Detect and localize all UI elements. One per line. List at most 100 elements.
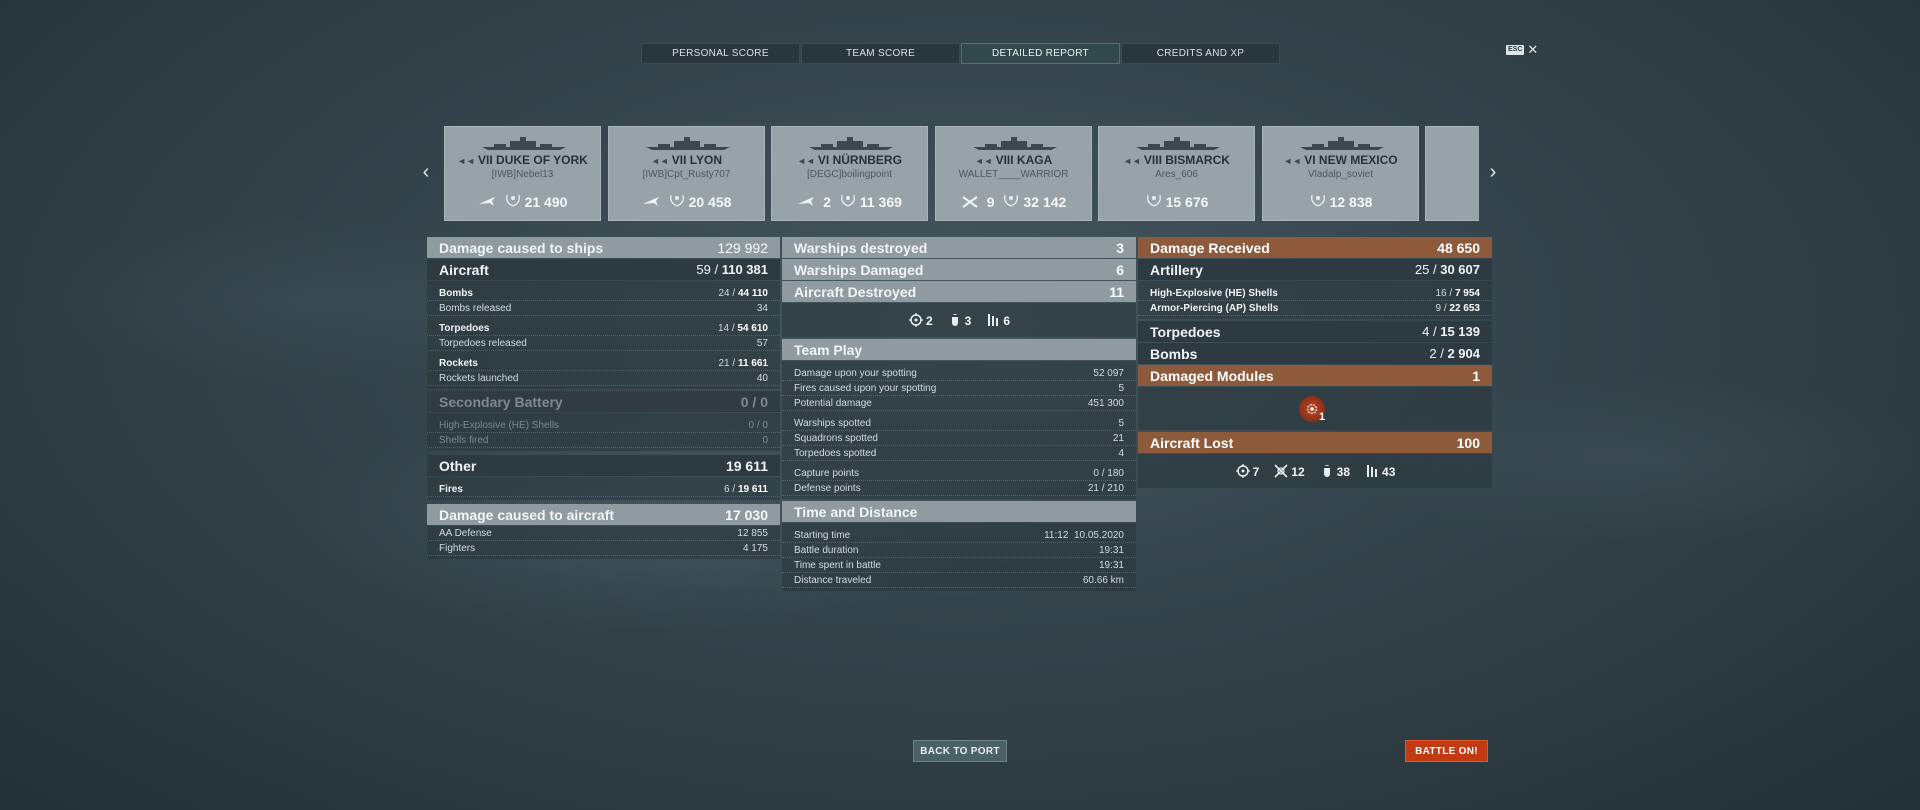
aa-defense-row: AA Defense 12 855 — [427, 526, 780, 541]
ship-card[interactable]: ◄◄ VII LYON [IWB]Cpt_Rusty707 20 458 — [608, 126, 765, 221]
ship-class-icon: ◄◄ — [1123, 156, 1141, 166]
warships-damaged-row: Warships Damaged 6 — [782, 259, 1136, 280]
ship-name: ◄◄ VII LYON — [650, 153, 723, 167]
ship-class-icon: ◄◄ — [457, 156, 476, 166]
aircraft-details: Bombs 24 / 44 110 Bombs released 34 Torped… — [427, 281, 780, 389]
ship-score: 11 369 — [839, 193, 902, 210]
laurel-icon — [1002, 193, 1020, 210]
lost-torpedo-bombers: 43 — [1364, 463, 1395, 479]
plane-icon — [642, 195, 660, 209]
ship-silhouette-icon — [1300, 137, 1384, 150]
ship-silhouette-icon — [1136, 137, 1220, 150]
tab-personal-score[interactable]: PERSONAL SCORE — [641, 43, 800, 64]
ship-stats: 15 676 — [1099, 193, 1254, 210]
player-name: Ares_606 — [1155, 169, 1198, 180]
player-name: [DEGC]boilingpoint — [806, 169, 893, 180]
close-icon: ✕ — [1527, 42, 1539, 57]
ship-card[interactable]: ◄◄ VI NÜRNBERG [DEGC]boilingpoint 2 11 369 — [771, 126, 928, 221]
aircraft-lost-breakdown: 7 12 38 43 — [1138, 454, 1492, 488]
ship-card[interactable]: ◄◄ VIII KAGA WALLET____WARRIOR 9 32 142 — [935, 126, 1092, 221]
ship-card[interactable]: ◄◄ VII DUKE OF YORK [IWB]Nebel13 21 490 — [444, 126, 601, 221]
ship-carousel: ◄◄ VII DUKE OF YORK [IWB]Nebel13 21 490 ◄◄ VI… — [444, 126, 1479, 221]
he-received-row: High-Explosive (HE) Shells 16 / 7 954 — [1138, 286, 1492, 301]
time-row: Distance traveled 60.66 km — [782, 573, 1136, 588]
bombs-row: Bombs 24 / 44 110 — [427, 286, 780, 301]
ship-name: ◄◄ VI NEW MEXICO — [1283, 153, 1398, 167]
fighters-row: Fighters 4 175 — [427, 541, 780, 556]
ship-card[interactable]: ◄◄ VI NEW MEXICO Vladalp_soviet 12 838 — [1262, 126, 1419, 221]
ship-silhouette-icon — [646, 137, 730, 150]
team-play-header: Team Play — [782, 339, 1136, 360]
aircraft-label: Aircraft — [439, 261, 489, 278]
secondary-details: High-Explosive (HE) Shells 0 / 0 Shells f… — [427, 413, 780, 451]
module-count: 1 — [1318, 410, 1326, 423]
secondary-he-row: High-Explosive (HE) Shells 0 / 0 — [427, 418, 780, 433]
torpedoes-released-row: Torpedoes released 57 — [427, 336, 780, 351]
ship-score: 15 676 — [1145, 193, 1208, 210]
damage-ships-label: Damage caused to ships — [439, 239, 604, 256]
player-name: [IWB]Nebel13 — [491, 169, 554, 180]
battle-button[interactable]: BATTLE ON! — [1405, 740, 1488, 762]
aircraft-destroyed-row: Aircraft Destroyed 11 — [782, 281, 1136, 302]
ship-class-icon: ◄◄ — [1283, 156, 1302, 166]
laurel-icon — [1309, 193, 1327, 210]
damage-ships-value: 129 992 — [717, 239, 768, 256]
ship-name: ◄◄ VIII BISMARCK — [1123, 153, 1230, 167]
close-button[interactable]: ESC ✕ — [1506, 42, 1539, 57]
other-row: Other 19 611 — [427, 455, 780, 476]
rockets-launched-row: Rockets launched 40 — [427, 371, 780, 386]
team-play-row: Torpedoes spotted 4 — [782, 446, 1136, 461]
damaged-modules-header: Damaged Modules 1 — [1138, 365, 1492, 386]
tab-credits-xp[interactable]: CREDITS AND XP — [1121, 43, 1280, 64]
plane-icon — [478, 195, 496, 209]
lost-shot-down: 12 — [1273, 463, 1305, 479]
ship-stats: 12 838 — [1263, 193, 1418, 210]
damage-received-header: Damage Received 48 650 — [1138, 237, 1492, 258]
crosshair-icon — [1235, 464, 1250, 478]
ship-card[interactable]: ◄◄ VIII BISMARCK Ares_606 15 676 — [1098, 126, 1255, 221]
ship-silhouette-icon — [482, 137, 566, 150]
ship-silhouette-icon — [973, 137, 1057, 150]
damage-caused-panel: Damage caused to ships 129 992 Aircraft … — [427, 237, 780, 561]
bomb-icon — [1323, 465, 1330, 477]
team-play-row: Fires caused upon your spotting 5 — [782, 381, 1136, 396]
tab-team-score[interactable]: TEAM SCORE — [801, 43, 960, 64]
tab-detailed-report[interactable]: DETAILED REPORT — [961, 43, 1120, 64]
carousel-next-arrow[interactable]: › — [1483, 160, 1503, 184]
shells-fired-row: Shells fired 0 — [427, 433, 780, 448]
time-distance-header: Time and Distance — [782, 501, 1136, 522]
torpedoes-received-row: Torpedoes 4 / 15 139 — [1138, 321, 1492, 342]
laurel-icon — [839, 193, 857, 210]
laurel-icon — [668, 193, 686, 210]
ship-class-icon: ◄◄ — [797, 156, 815, 166]
time-distance-details: Starting time 11:12 10.05.2020 Battle dur… — [782, 523, 1136, 591]
damaged-modules-list: 1 — [1138, 387, 1492, 430]
lost-fighters: 7 — [1235, 463, 1259, 479]
aircraft-row: Aircraft 59 / 110 381 — [427, 259, 780, 280]
team-play-row: Defense points 21 / 210 — [782, 481, 1136, 496]
plane-icon — [797, 195, 815, 209]
ship-class-icon: ◄◄ — [650, 156, 669, 166]
torpedo-icon — [988, 314, 999, 326]
ship-name: ◄◄ VIII KAGA — [974, 153, 1053, 167]
report-tabs: PERSONAL SCORE TEAM SCORE DETAILED REPOR… — [641, 43, 1281, 64]
time-row: Time spent in battle 19:31 — [782, 558, 1136, 573]
ap-received-row: Armor-Piercing (AP) Shells 9 / 22 653 — [1138, 301, 1492, 316]
ship-name: ◄◄ VII DUKE OF YORK — [457, 153, 588, 167]
aircraft-value: 59 / 110 381 — [696, 262, 768, 277]
crossed-planes-icon — [961, 195, 979, 209]
player-name: Vladalp_soviet — [1307, 169, 1374, 180]
team-play-details: Damage upon your spotting 52 097 Fires ca… — [782, 361, 1136, 499]
ship-card-partial[interactable] — [1425, 126, 1479, 221]
player-name: WALLET____WARRIOR — [958, 169, 1069, 180]
ship-stats: 2 11 369 — [772, 193, 927, 210]
bombs-received-row: Bombs 2 / 2 904 — [1138, 343, 1492, 364]
back-to-port-button[interactable]: BACK TO PORT — [913, 740, 1007, 762]
team-play-row: Capture points 0 / 180 — [782, 466, 1136, 481]
warships-destroyed-row: Warships destroyed 3 — [782, 237, 1136, 258]
time-row: Starting time 11:12 10.05.2020 — [782, 528, 1136, 543]
ship-class-icon: ◄◄ — [974, 156, 993, 166]
carousel-prev-arrow[interactable]: ‹ — [416, 160, 436, 184]
bomb-icon — [951, 314, 958, 326]
bombs-released-row: Bombs released 34 — [427, 301, 780, 316]
